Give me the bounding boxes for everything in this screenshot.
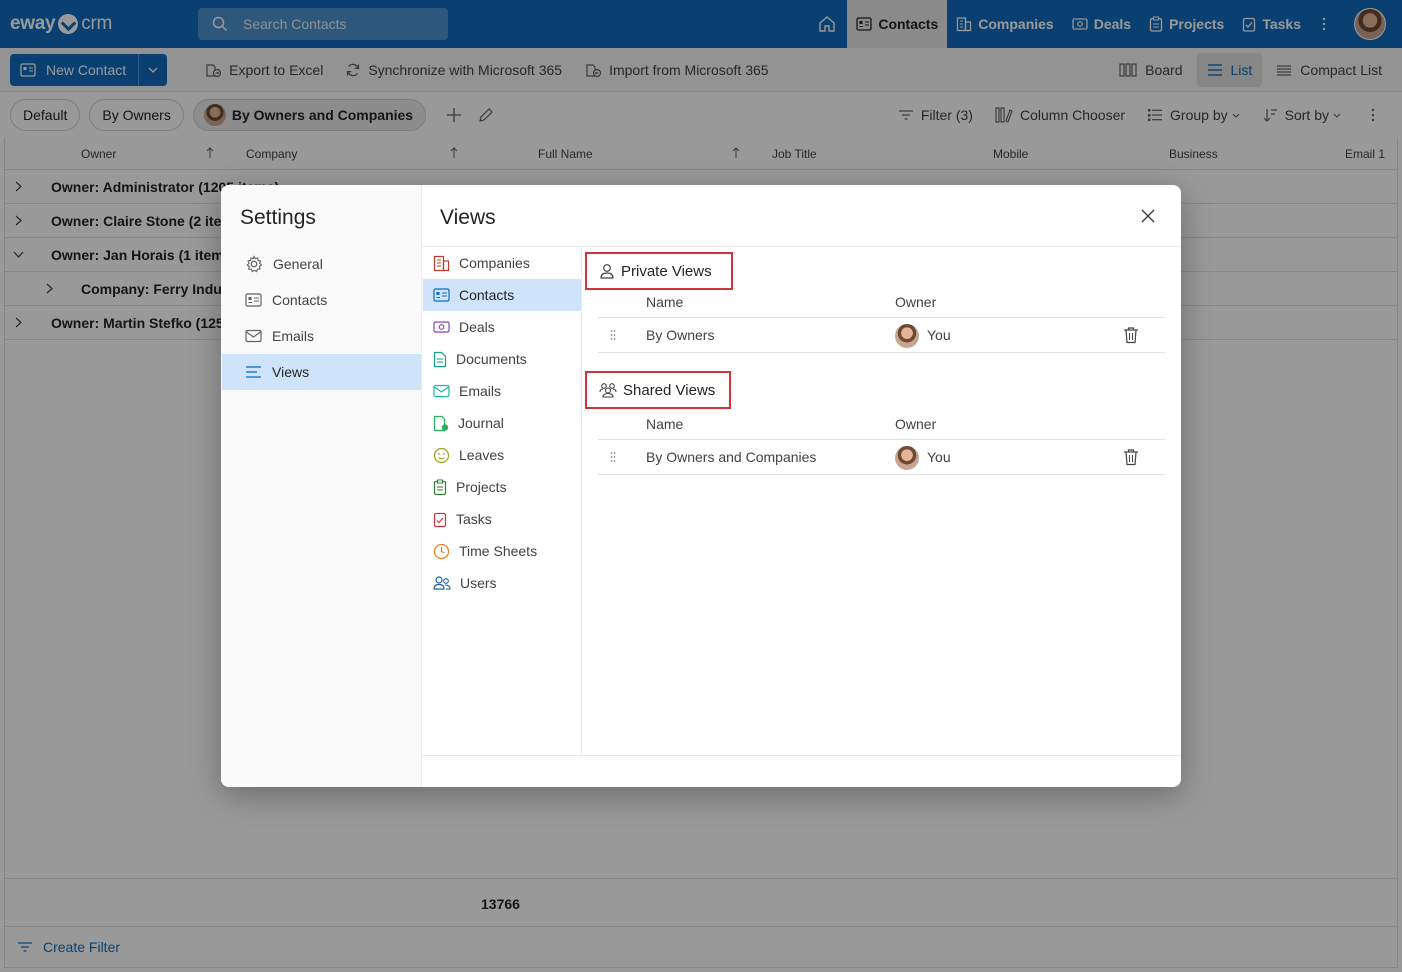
person-icon [600,264,614,279]
category-label: Documents [456,351,527,367]
view-owner: You [927,327,951,343]
avatar [895,446,919,470]
contact-card-icon [433,288,450,302]
trash-icon[interactable] [1123,326,1139,344]
private-views-title: Private Views [621,262,712,280]
category-label: Projects [456,479,507,495]
category-label: Leaves [459,447,505,463]
trash-icon[interactable] [1123,448,1139,466]
view-categories: Companies Contacts Deals Documents Email… [422,247,582,755]
view-name: By Owners [646,327,715,343]
journal-icon [433,415,449,431]
avatar [895,324,919,348]
clock-icon [433,543,450,559]
settings-dialog: Settings General Contacts Emails Views V… [221,185,1181,787]
category-leaves[interactable]: Leaves [423,439,581,471]
shared-col-owner: Owner [895,416,937,432]
settings-item-label: Contacts [272,292,328,308]
category-label: Tasks [456,511,492,527]
settings-item-label: Emails [272,328,315,344]
category-emails[interactable]: Emails [423,375,581,407]
private-col-name: Name [646,294,684,310]
category-label: Emails [459,383,502,399]
views-icon [246,366,261,378]
shared-col-name: Name [646,416,684,432]
mail-icon [245,329,262,343]
drag-handle-icon[interactable] [610,451,616,463]
settings-item-contacts[interactable]: Contacts [222,282,421,318]
shared-view-row[interactable]: By Owners and Companies You [598,439,1165,475]
settings-item-views[interactable]: Views [222,354,421,390]
category-label: Time Sheets [459,543,538,559]
drag-handle-icon[interactable] [610,329,616,341]
category-journal[interactable]: Journal [423,407,581,439]
category-deals[interactable]: Deals [423,311,581,343]
category-label: Companies [459,255,530,271]
smile-icon [433,447,450,463]
shared-views-title: Shared Views [623,381,716,399]
mail-icon [433,384,450,398]
money-icon [433,321,450,333]
building-icon [433,255,450,271]
category-label: Users [460,575,497,591]
contact-card-icon [245,293,262,307]
users-icon [433,576,451,590]
settings-sidebar: Settings General Contacts Emails Views [221,185,422,787]
divider [422,755,1181,756]
private-view-row[interactable]: By Owners You [598,317,1165,353]
view-name: By Owners and Companies [646,449,817,465]
category-users[interactable]: Users [423,567,581,599]
document-icon [433,351,447,367]
clipboard-icon [433,479,447,495]
private-col-owner: Owner [895,294,937,310]
category-contacts[interactable]: Contacts [423,279,581,311]
category-label: Contacts [459,287,515,303]
gear-icon [246,255,263,273]
views-panel-title: Views [440,206,496,229]
shared-views-header: Shared Views [585,371,731,409]
settings-item-label: General [273,256,323,272]
settings-item-label: Views [272,364,310,380]
category-projects[interactable]: Projects [423,471,581,503]
task-icon [433,512,447,527]
category-companies[interactable]: Companies [423,247,581,279]
close-icon[interactable] [1139,207,1157,225]
category-label: Deals [459,319,495,335]
category-time-sheets[interactable]: Time Sheets [423,535,581,567]
settings-item-emails[interactable]: Emails [222,318,421,354]
category-label: Journal [458,415,504,431]
settings-item-general[interactable]: General [222,246,421,282]
view-owner: You [927,449,951,465]
category-documents[interactable]: Documents [423,343,581,375]
category-tasks[interactable]: Tasks [423,503,581,535]
settings-title: Settings [240,206,316,229]
people-icon [599,383,617,398]
private-views-header: Private Views [585,252,733,290]
